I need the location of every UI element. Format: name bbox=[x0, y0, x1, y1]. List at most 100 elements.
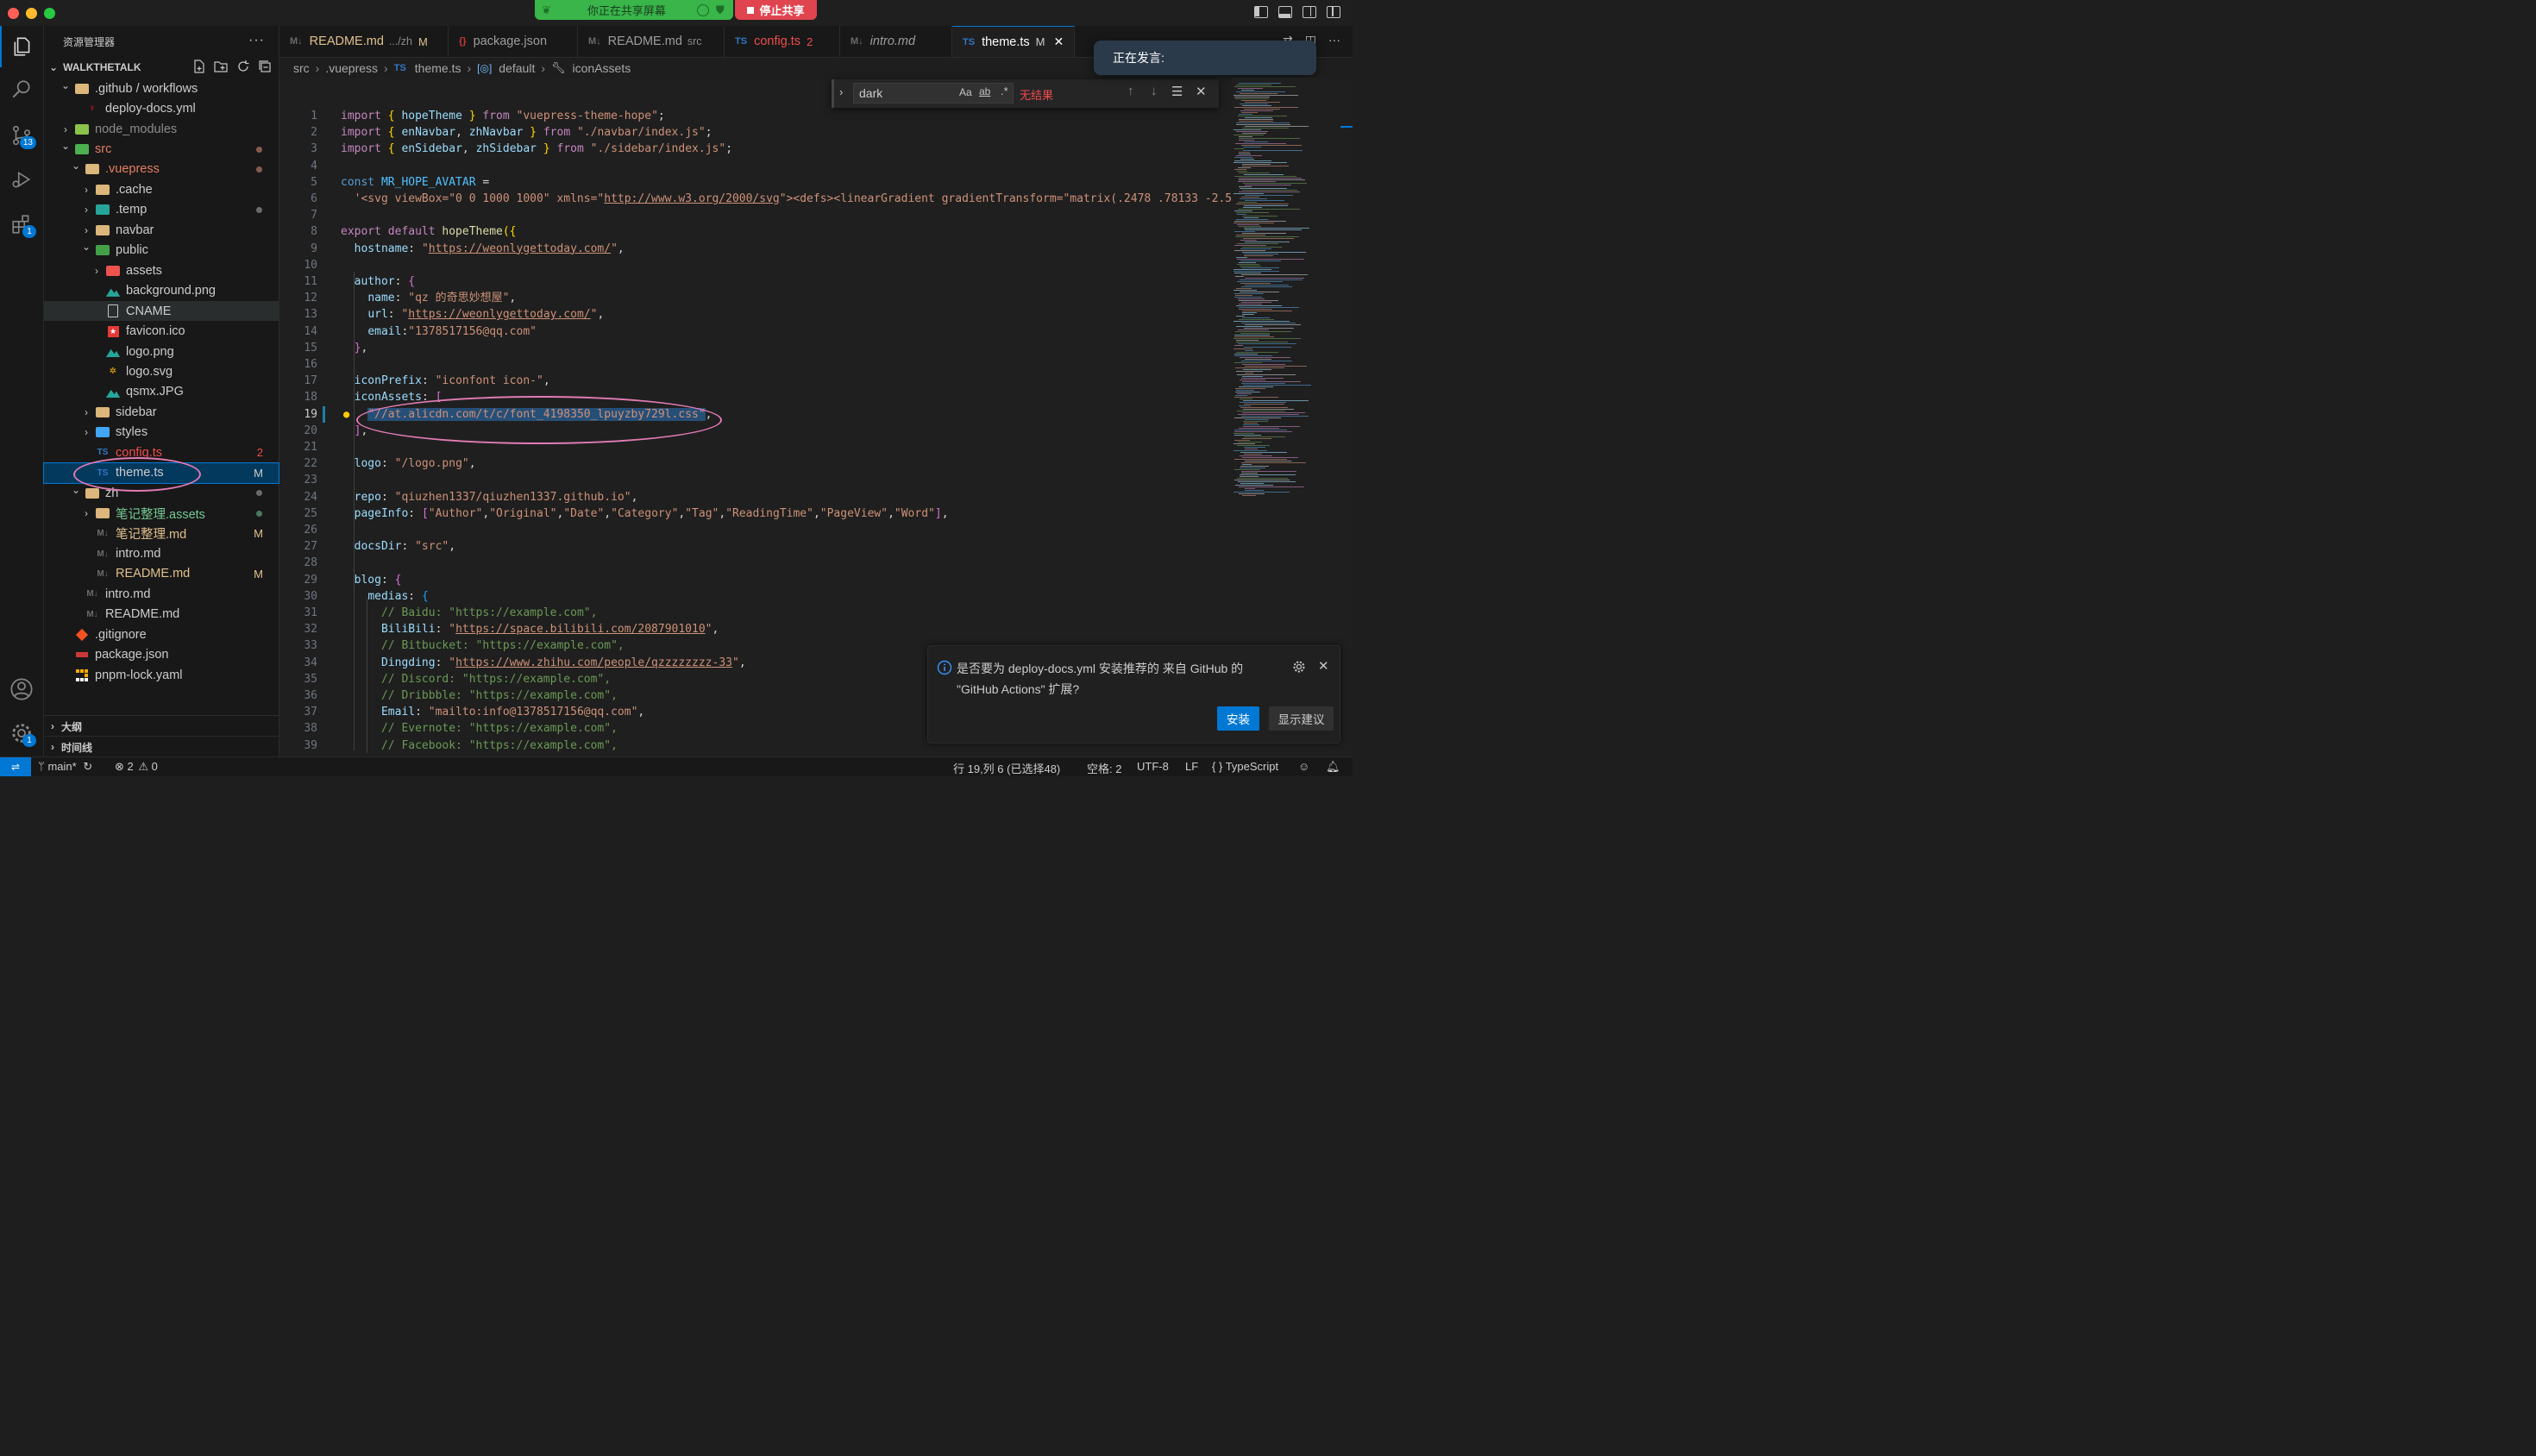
refresh-icon[interactable] bbox=[236, 60, 250, 73]
tree-item[interactable]: › styles bbox=[44, 423, 279, 442]
source-control-activity[interactable]: 13 bbox=[0, 115, 43, 156]
explorer-activity[interactable] bbox=[0, 26, 43, 67]
code-line[interactable]: 25 pageInfo: ["Author","Original","Date"… bbox=[279, 505, 1232, 522]
tree-item[interactable]: M↓ intro.md bbox=[44, 543, 279, 563]
code-line[interactable]: 6 '<svg viewBox="0 0 1000 1000" xmlns="h… bbox=[279, 191, 1232, 207]
breadcrumb-item[interactable]: theme.ts bbox=[415, 61, 461, 75]
tree-item[interactable]: › .cache bbox=[44, 179, 279, 199]
code-line[interactable]: 5 const MR_HOPE_AVATAR = bbox=[279, 174, 1232, 191]
indentation-status[interactable]: 空格: 2 bbox=[1087, 760, 1121, 776]
language-mode[interactable]: { } TypeScript bbox=[1212, 760, 1278, 773]
branch-status[interactable]: ᛘ main* ↻ bbox=[38, 760, 92, 774]
tree-item[interactable]: ᵞ deploy-docs.yml bbox=[44, 98, 279, 118]
search-activity[interactable] bbox=[0, 69, 43, 110]
code-line[interactable]: 32 BiliBili: "https://space.bilibili.com… bbox=[279, 621, 1232, 637]
tree-item[interactable]: package.json bbox=[44, 645, 279, 665]
tree-item[interactable]: M↓ README.md M bbox=[44, 564, 279, 584]
tree-item[interactable]: › navbar bbox=[44, 220, 279, 240]
code-line[interactable]: 27 docsDir: "src", bbox=[279, 538, 1232, 555]
code-line[interactable]: 19 "//at.alicdn.com/t/c/font_4198350_lpu… bbox=[279, 405, 1232, 423]
feedback-icon[interactable]: ☺ bbox=[1298, 760, 1309, 773]
code-line[interactable]: 24 repo: "qiuzhen1337/qiuzhen1337.github… bbox=[279, 489, 1232, 505]
pause-icon[interactable] bbox=[696, 3, 709, 16]
tree-item[interactable]: ★ favicon.ico bbox=[44, 321, 279, 341]
maximize-window-button[interactable] bbox=[44, 8, 55, 19]
new-file-icon[interactable] bbox=[192, 60, 206, 73]
tree-item[interactable]: › 笔记整理.assets bbox=[44, 503, 279, 523]
more-actions-button[interactable]: ··· bbox=[248, 33, 265, 48]
tree-item[interactable]: M↓ 笔记整理.md M bbox=[44, 524, 279, 543]
tree-item[interactable]: › assets bbox=[44, 260, 279, 280]
code-line[interactable]: 26 bbox=[279, 522, 1232, 538]
code-line[interactable]: 18 iconAssets: [ bbox=[279, 389, 1232, 405]
editor-tab[interactable]: M↓ README.md .../zh M bbox=[279, 26, 449, 57]
tree-item[interactable]: M↓ intro.md bbox=[44, 584, 279, 604]
tree-item[interactable]: ⌄ .vuepress bbox=[44, 160, 279, 179]
tree-item[interactable]: › sidebar bbox=[44, 402, 279, 422]
tree-item[interactable]: ⌄ src bbox=[44, 139, 279, 159]
toggle-panel-icon[interactable] bbox=[1278, 6, 1292, 18]
toggle-replace-icon[interactable]: › bbox=[839, 85, 843, 98]
tree-item[interactable]: TS theme.ts M bbox=[43, 461, 279, 484]
toggle-primary-sidebar-icon[interactable] bbox=[1254, 6, 1268, 18]
gear-icon[interactable] bbox=[1292, 660, 1306, 674]
close-window-button[interactable] bbox=[8, 8, 19, 19]
manage-activity[interactable]: 1 bbox=[0, 712, 43, 754]
code-line[interactable]: 14 email:"1378517156@qq.com" bbox=[279, 323, 1232, 340]
tree-item[interactable]: M↓ README.md bbox=[44, 605, 279, 624]
code-line[interactable]: 15 }, bbox=[279, 340, 1232, 356]
collapse-all-icon[interactable] bbox=[258, 60, 272, 73]
workspace-root-header[interactable]: ⌄ WALKTHETALK bbox=[44, 57, 279, 78]
match-case-icon[interactable]: Aa bbox=[959, 86, 972, 98]
tree-item[interactable]: pnpm-lock.yaml bbox=[44, 665, 279, 685]
tree-item[interactable]: ⌄ .github / workflows bbox=[44, 78, 279, 98]
code-line[interactable]: 23 bbox=[279, 472, 1232, 488]
lightbulb-icon[interactable]: ● bbox=[343, 406, 349, 423]
encoding-status[interactable]: UTF-8 bbox=[1137, 760, 1169, 773]
breadcrumb-item[interactable]: .vuepress bbox=[325, 61, 378, 75]
timeline-section[interactable]: › 时间线 bbox=[44, 736, 279, 757]
sync-icon[interactable]: ↻ bbox=[83, 760, 92, 773]
tree-item[interactable]: TS config.ts 2 bbox=[44, 442, 279, 462]
editor-tab[interactable]: TS theme.ts M ✕ bbox=[952, 26, 1075, 57]
toggle-secondary-sidebar-icon[interactable] bbox=[1303, 6, 1316, 18]
code-line[interactable]: 22 logo: "/logo.png", bbox=[279, 455, 1232, 472]
stop-sharing-button[interactable]: 停止共享 bbox=[735, 0, 817, 20]
breadcrumb-item[interactable]: default bbox=[499, 61, 535, 75]
close-tab-icon[interactable]: ✕ bbox=[1054, 35, 1064, 49]
code-line[interactable]: 9 hostname: "https://weonlygettoday.com/… bbox=[279, 241, 1232, 257]
editor-tab[interactable]: M↓ README.md src bbox=[578, 26, 725, 57]
problems-status[interactable]: ⊗ 2 ⚠ 0 bbox=[115, 760, 158, 774]
show-recommendations-button[interactable]: 显示建议 bbox=[1269, 706, 1334, 731]
code-line[interactable]: 17 iconPrefix: "iconfont icon-", bbox=[279, 373, 1232, 389]
regex-icon[interactable]: .* bbox=[1001, 85, 1008, 97]
notifications-bell-icon[interactable]: 🔔︎ bbox=[1326, 760, 1340, 774]
find-in-selection-icon[interactable]: ☰ bbox=[1171, 84, 1183, 99]
code-line[interactable]: 3 import { enSidebar, zhSidebar } from ".… bbox=[279, 141, 1232, 157]
code-line[interactable]: 21 bbox=[279, 439, 1232, 455]
editor-tab[interactable]: {} package.json bbox=[449, 26, 578, 57]
remote-indicator[interactable]: ⇌ bbox=[0, 757, 31, 776]
code-line[interactable]: 13 url: "https://weonlygettoday.com/", bbox=[279, 306, 1232, 323]
run-debug-activity[interactable] bbox=[0, 159, 43, 200]
tree-item[interactable]: .gitignore bbox=[44, 624, 279, 644]
code-line[interactable]: 29 blog: { bbox=[279, 572, 1232, 588]
code-line[interactable]: 30 medias: { bbox=[279, 588, 1232, 605]
tree-item[interactable]: › .temp bbox=[44, 200, 279, 220]
close-find-icon[interactable]: ✕ bbox=[1196, 84, 1207, 99]
vertical-scrollbar[interactable] bbox=[1340, 78, 1353, 756]
minimize-window-button[interactable] bbox=[26, 8, 37, 19]
cursor-position[interactable]: 行 19,列 6 (已选择48) bbox=[953, 760, 1060, 776]
code-line[interactable]: 10 bbox=[279, 257, 1232, 273]
extensions-activity[interactable]: 1 bbox=[0, 204, 43, 245]
code-line[interactable]: 7 bbox=[279, 207, 1232, 223]
eol-status[interactable]: LF bbox=[1185, 760, 1198, 773]
editor-tab[interactable]: M↓ intro.md bbox=[840, 26, 952, 57]
accounts-activity[interactable] bbox=[0, 668, 43, 710]
code-line[interactable]: 1 import { hopeTheme } from "vuepress-the… bbox=[279, 108, 1232, 124]
tree-item[interactable]: logo.png bbox=[44, 342, 279, 361]
tree-item[interactable]: background.png bbox=[44, 281, 279, 301]
breadcrumb-item[interactable]: iconAssets bbox=[573, 61, 631, 75]
code-line[interactable]: 8 export default hopeTheme({ bbox=[279, 223, 1232, 240]
tree-item[interactable]: qsmx.JPG bbox=[44, 382, 279, 402]
